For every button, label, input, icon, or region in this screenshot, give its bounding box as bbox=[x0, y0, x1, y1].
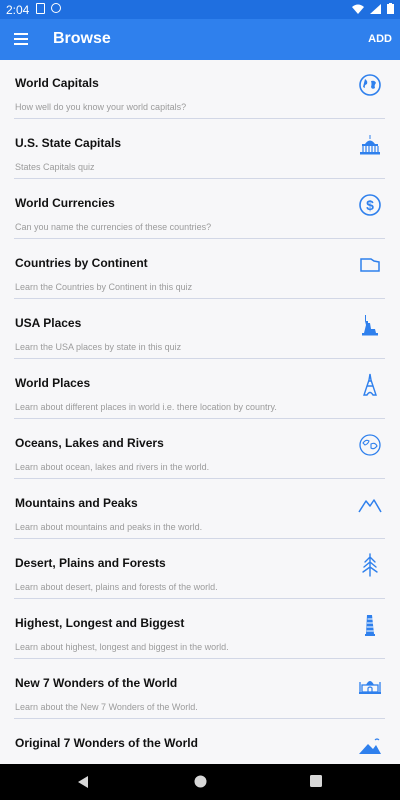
list-item[interactable]: USA Places Learn the USA places by state… bbox=[0, 300, 400, 360]
item-title: World Places bbox=[15, 376, 91, 390]
item-description: States Capitals quiz bbox=[15, 162, 95, 172]
divider bbox=[14, 478, 385, 479]
divider bbox=[14, 358, 385, 359]
wifi-icon bbox=[352, 4, 364, 14]
divider bbox=[14, 418, 385, 419]
list-item[interactable]: Original 7 Wonders of the World bbox=[0, 720, 400, 764]
system-icons bbox=[352, 3, 394, 14]
item-title: Countries by Continent bbox=[15, 256, 148, 270]
list-item[interactable]: Highest, Longest and Biggest Learn about… bbox=[0, 600, 400, 660]
item-description: Learn the Countries by Continent in this… bbox=[15, 282, 193, 292]
divider bbox=[14, 718, 385, 719]
battery-icon bbox=[387, 3, 394, 14]
divider bbox=[14, 538, 385, 539]
leaning-tower-icon bbox=[365, 615, 375, 636]
divider bbox=[14, 658, 385, 659]
list-item[interactable]: New 7 Wonders of the World Learn about t… bbox=[0, 660, 400, 720]
item-title: World Currencies bbox=[15, 196, 115, 210]
list-item[interactable]: World Places Learn about different place… bbox=[0, 360, 400, 420]
item-description: Learn the USA places by state in this qu… bbox=[15, 342, 182, 352]
item-title: Oceans, Lakes and Rivers bbox=[15, 436, 164, 450]
notification-icons bbox=[36, 3, 61, 14]
home-icon[interactable] bbox=[194, 775, 207, 788]
item-description: Learn about different places in world i.… bbox=[15, 402, 277, 412]
divider bbox=[14, 178, 385, 179]
page-title: Browse bbox=[53, 30, 111, 47]
pyramids-icon bbox=[359, 738, 381, 754]
pine-tree-icon bbox=[362, 553, 378, 577]
menu-icon[interactable] bbox=[14, 33, 28, 45]
list-item[interactable]: Countries by Continent Learn the Countri… bbox=[0, 240, 400, 300]
back-icon[interactable] bbox=[77, 775, 89, 789]
status-bar: 2:04 bbox=[0, 0, 400, 19]
list-item[interactable]: Desert, Plains and Forests Learn about d… bbox=[0, 540, 400, 600]
signal-icon bbox=[370, 3, 381, 14]
list-item[interactable]: World Capitals How well do you know your… bbox=[0, 60, 400, 120]
item-title: Original 7 Wonders of the World bbox=[15, 736, 198, 750]
item-title: Desert, Plains and Forests bbox=[15, 556, 166, 570]
item-title: New 7 Wonders of the World bbox=[15, 676, 178, 690]
navigation-bar bbox=[0, 764, 400, 800]
list-item[interactable]: Mountains and Peaks Learn about mountain… bbox=[0, 480, 400, 540]
item-title: U.S. State Capitals bbox=[15, 136, 122, 150]
sync-icon bbox=[51, 3, 61, 13]
item-description: How well do you know your world capitals… bbox=[15, 102, 187, 112]
list-item[interactable]: Oceans, Lakes and Rivers Learn about oce… bbox=[0, 420, 400, 480]
taj-mahal-icon bbox=[359, 681, 381, 694]
item-description: Learn about desert, plains and forests o… bbox=[15, 582, 218, 592]
item-title: Mountains and Peaks bbox=[15, 496, 138, 510]
divider bbox=[14, 298, 385, 299]
item-description: Learn about the New 7 Wonders of the Wor… bbox=[15, 702, 198, 712]
item-description: Learn about ocean, lakes and rivers in t… bbox=[15, 462, 210, 472]
mountain-icon bbox=[358, 499, 382, 513]
item-description: Can you name the currencies of these cou… bbox=[15, 222, 212, 232]
item-description: Learn about mountains and peaks in the w… bbox=[15, 522, 203, 532]
divider bbox=[14, 238, 385, 239]
add-button[interactable]: ADD bbox=[368, 33, 392, 45]
item-description: Learn about highest, longest and biggest… bbox=[15, 642, 229, 652]
item-title: Highest, Longest and Biggest bbox=[15, 616, 185, 630]
status-time: 2:04 bbox=[6, 3, 30, 17]
list-item[interactable]: World Currencies Can you name the curren… bbox=[0, 180, 400, 240]
category-list: World Capitals How well do you know your… bbox=[0, 60, 400, 764]
list-item[interactable]: U.S. State Capitals States Capitals quiz bbox=[0, 120, 400, 180]
map-outline-icon bbox=[360, 258, 380, 272]
app-bar: Browse ADD bbox=[0, 19, 400, 60]
dollar-icon: $ bbox=[359, 194, 381, 216]
sd-card-icon bbox=[36, 3, 45, 14]
divider bbox=[14, 598, 385, 599]
divider bbox=[14, 118, 385, 119]
globe-icon bbox=[359, 74, 381, 96]
eiffel-tower-icon bbox=[363, 373, 377, 396]
item-title: USA Places bbox=[15, 316, 82, 330]
recents-icon[interactable] bbox=[310, 775, 322, 787]
item-title: World Capitals bbox=[15, 76, 99, 90]
statue-of-liberty-icon bbox=[362, 315, 378, 336]
svg-text:$: $ bbox=[366, 197, 374, 213]
earth-map-icon bbox=[359, 434, 381, 456]
capitol-building-icon bbox=[360, 135, 380, 155]
